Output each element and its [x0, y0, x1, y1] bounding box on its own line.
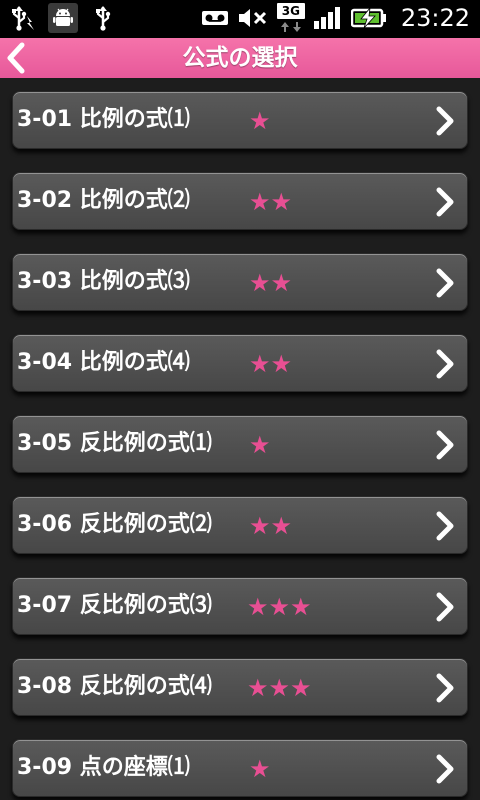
difficulty-stars: ★ [249, 431, 271, 459]
difficulty-stars: ★ [249, 107, 271, 135]
chevron-right-icon [436, 349, 454, 379]
network-type-label: 3G [276, 3, 305, 19]
list-item-3-05[interactable]: 3-05 反比例の式⑴ ★ [12, 415, 468, 473]
chevron-right-icon [436, 430, 454, 460]
list-item-3-09[interactable]: 3-09 点の座標⑴ ★ [12, 739, 468, 797]
item-label: 3-07 反比例の式⑶ [17, 593, 212, 618]
difficulty-stars: ★★★ [247, 674, 312, 702]
signal-icon [313, 7, 340, 29]
list-item-3-06[interactable]: 3-06 反比例の式⑵ ★★ [12, 496, 468, 554]
chevron-right-icon [436, 673, 454, 703]
item-label: 3-06 反比例の式⑵ [17, 512, 212, 537]
item-label: 3-02 比例の式⑵ [17, 188, 190, 213]
voicemail-icon [201, 11, 228, 25]
system-icons: 3G 23:22 [201, 3, 470, 33]
item-label: 3-03 比例の式⑶ [17, 269, 190, 294]
item-label: 3-09 点の座標⑴ [17, 755, 190, 780]
chevron-right-icon [436, 754, 454, 784]
list-item-3-03[interactable]: 3-03 比例の式⑶ ★★ [12, 253, 468, 311]
page-title: 公式の選択 [182, 45, 298, 71]
difficulty-stars: ★★ [249, 350, 293, 378]
difficulty-stars: ★★ [249, 512, 293, 540]
title-bar: 公式の選択 [0, 38, 480, 79]
chevron-right-icon [436, 187, 454, 217]
chevron-right-icon [436, 268, 454, 298]
mute-icon [238, 9, 266, 27]
status-bar: 3G 23:22 [0, 0, 480, 38]
item-label: 3-04 比例の式⑷ [17, 350, 190, 375]
chevron-right-icon [436, 511, 454, 541]
list-item-3-08[interactable]: 3-08 反比例の式⑷ ★★★ [12, 658, 468, 716]
battery-charging-icon [350, 7, 386, 29]
3g-icon: 3G [276, 3, 305, 33]
difficulty-stars: ★★ [249, 269, 293, 297]
android-icon [48, 3, 78, 33]
item-label: 3-05 反比例の式⑴ [17, 431, 212, 456]
list-item-3-01[interactable]: 3-01 比例の式⑴ ★ [12, 91, 468, 149]
difficulty-stars: ★★ [249, 188, 293, 216]
item-label: 3-01 比例の式⑴ [17, 107, 190, 132]
chevron-right-icon [436, 592, 454, 622]
list-item-3-02[interactable]: 3-02 比例の式⑵ ★★ [12, 172, 468, 230]
formula-list: 3-01 比例の式⑴ ★ 3-02 比例の式⑵ ★★ 3-03 比例の式⑶ ★★… [0, 78, 480, 800]
list-item-3-07[interactable]: 3-07 反比例の式⑶ ★★★ [12, 577, 468, 635]
usb-debug-icon [8, 3, 38, 33]
usb-icon [88, 3, 118, 33]
chevron-right-icon [436, 106, 454, 136]
list-item-3-04[interactable]: 3-04 比例の式⑷ ★★ [12, 334, 468, 392]
clock: 23:22 [400, 4, 470, 32]
notification-icons [8, 3, 118, 33]
difficulty-stars: ★ [249, 755, 271, 783]
item-label: 3-08 反比例の式⑷ [17, 674, 212, 699]
difficulty-stars: ★★★ [247, 593, 312, 621]
